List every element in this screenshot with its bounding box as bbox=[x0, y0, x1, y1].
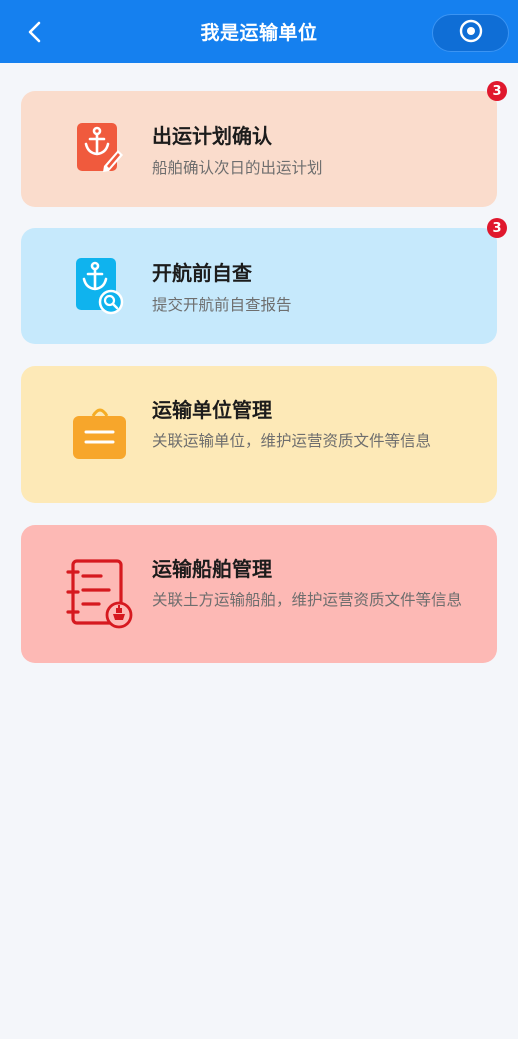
anchor-search-icon bbox=[71, 256, 129, 320]
card-pre-departure-check[interactable]: 开航前自查 提交开航前自查报告 bbox=[21, 228, 497, 344]
nav-bar: 我是运输单位 bbox=[0, 0, 518, 63]
card-description: 关联运输单位，维护运营资质文件等信息 bbox=[152, 432, 432, 450]
card-description: 船舶确认次日的出运计划 bbox=[152, 159, 323, 177]
target-circle-icon bbox=[458, 18, 484, 48]
capsule-button[interactable] bbox=[432, 14, 509, 52]
card-transport-unit-management[interactable]: 运输单位管理 关联运输单位，维护运营资质文件等信息 bbox=[21, 366, 497, 503]
card-shipping-plan-confirm[interactable]: 出运计划确认 船舶确认次日的出运计划 bbox=[21, 91, 497, 207]
ship-document-icon bbox=[65, 558, 135, 638]
card-description: 提交开航前自查报告 bbox=[152, 296, 292, 314]
card-title: 开航前自查 bbox=[152, 261, 252, 285]
briefcase-icon bbox=[71, 404, 129, 466]
card-title: 运输单位管理 bbox=[152, 398, 272, 422]
card-title: 运输船舶管理 bbox=[152, 557, 272, 581]
anchor-edit-icon bbox=[71, 120, 127, 180]
card-transport-ship-management[interactable]: 运输船舶管理 关联土方运输船舶，维护运营资质文件等信息 bbox=[21, 525, 497, 663]
unread-badge: 3 bbox=[487, 81, 507, 101]
unread-badge: 3 bbox=[487, 218, 507, 238]
card-title: 出运计划确认 bbox=[152, 124, 272, 148]
card-description: 关联土方运输船舶，维护运营资质文件等信息 bbox=[152, 591, 463, 609]
